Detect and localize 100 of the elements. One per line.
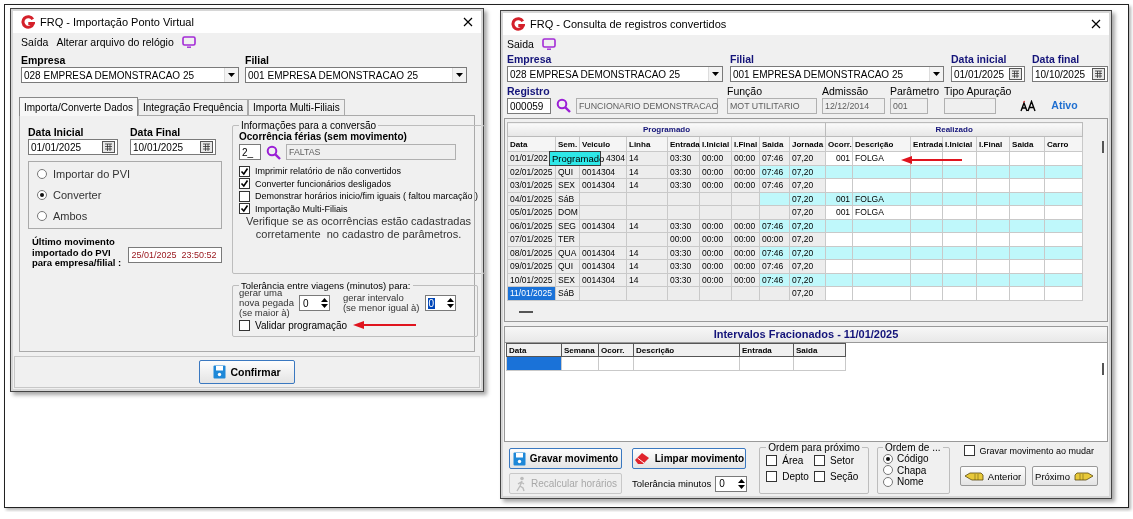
date-field[interactable]: 01/01/2025 <box>951 66 1025 82</box>
save-button[interactable]: Gravar movimento <box>509 448 622 469</box>
field-label: Tolerância minutos <box>632 478 712 489</box>
caret-icon[interactable] <box>455 72 464 78</box>
group-header: Realizado <box>825 122 1083 137</box>
caret-icon[interactable] <box>932 71 941 77</box>
pointer-arrow <box>900 155 964 165</box>
calendar-icon[interactable] <box>102 141 115 153</box>
checkbox[interactable] <box>766 455 778 466</box>
field-label: Data Final <box>130 126 182 139</box>
date-field[interactable]: 10/10/2025 <box>1032 66 1108 82</box>
checkbox-label: Gravar movimento ao mudar <box>979 445 1095 456</box>
checkbox-label: Imprimir relatório de não convertidos <box>255 166 402 177</box>
field-label: Último movimento importado do PVI para empresa/filial : <box>31 237 123 269</box>
employee-id-field[interactable]: 000059 <box>507 98 551 114</box>
monitor-icon[interactable] <box>541 38 556 50</box>
spin-arrows-icon[interactable] <box>445 296 455 310</box>
checkbox[interactable] <box>239 178 250 190</box>
checkbox-label: Validar programação <box>255 319 348 331</box>
field-label: Tipo Apuração <box>944 85 1012 98</box>
checkbox[interactable] <box>239 203 250 215</box>
checkbox[interactable] <box>766 471 778 482</box>
menu-item[interactable]: Saída <box>21 36 49 48</box>
field-label: Admissão <box>822 85 870 98</box>
column-header: Saida <box>793 343 846 357</box>
checkbox[interactable] <box>814 471 826 482</box>
calendar-icon[interactable] <box>200 141 213 153</box>
radio-button[interactable] <box>37 190 47 200</box>
branch-dropdown[interactable]: 001 EMPRESA DEMONSTRACAO 25 <box>245 67 467 83</box>
checkbox[interactable] <box>239 165 250 177</box>
company-dropdown[interactable]: 028 EMPRESA DEMONSTRACAO 25 <box>507 66 723 82</box>
close-icon[interactable] <box>463 17 473 27</box>
checkbox[interactable] <box>963 445 975 456</box>
field-label: Registro <box>507 85 551 98</box>
menu-item[interactable]: Saida <box>507 38 534 50</box>
close-icon[interactable] <box>1091 19 1101 29</box>
checkbox[interactable] <box>239 319 250 331</box>
date-field[interactable]: 10/01/2025 <box>130 139 216 155</box>
date-time-field: 25/01/2025 23:50:52 <box>128 247 222 263</box>
checkbox-label: Demonstrar horários inicio/fim iguais ( faltou marcação ) <box>255 191 479 202</box>
field-label: Data Inicial <box>28 126 85 139</box>
info-text: Verifique se as ocorrências estão cadastradas corretamente no cadastro de parâmetros. <box>245 215 473 241</box>
branch-dropdown[interactable]: 001 EMPRESA DEMONSTRACAO 25 <box>730 66 944 82</box>
pointing-hand-icon <box>963 470 984 482</box>
caret-icon[interactable] <box>711 71 720 77</box>
radio-label: Chapa <box>896 464 927 476</box>
logo-icon <box>21 15 35 29</box>
group-title: Informações para a conversão <box>241 120 377 131</box>
spin-arrows-icon[interactable] <box>737 476 747 491</box>
menu-item[interactable]: Alterar arquivo do relógio <box>56 36 174 48</box>
calculation-type-field <box>944 98 997 114</box>
group-title: Ordem para próximo <box>767 442 861 453</box>
tab[interactable]: Integração Frequência <box>137 99 249 115</box>
confirm-button[interactable]: Confirmar <box>199 359 295 384</box>
scroll-thumb <box>519 311 533 313</box>
description-field: FALTAS <box>286 144 456 160</box>
date-field[interactable]: 01/01/2025 <box>28 139 118 155</box>
radio-button[interactable] <box>37 211 47 221</box>
code-field[interactable]: 2_ <box>239 144 261 160</box>
clear-button[interactable]: Limpar movimento <box>632 448 746 469</box>
radio-label: Nome <box>896 476 924 488</box>
calendar-icon[interactable] <box>1092 68 1105 80</box>
save-icon <box>213 364 227 379</box>
eraser-icon <box>633 452 651 465</box>
group-title: Ordem de ... <box>883 442 942 453</box>
next-button[interactable]: Próximo <box>1031 466 1098 486</box>
checkbox[interactable] <box>239 190 250 202</box>
previous-button[interactable]: Anterior <box>959 466 1026 486</box>
spin-field[interactable]: 0 <box>424 295 456 311</box>
table-cell: 01/01/202 <box>510 153 548 164</box>
group-header: Programado <box>507 122 826 137</box>
checkbox[interactable] <box>814 455 826 466</box>
monitor-icon[interactable] <box>181 36 196 48</box>
field-label: gerar intervalo (se menor igual à) <box>342 293 420 313</box>
radio-button[interactable] <box>882 476 893 487</box>
calendar-icon[interactable] <box>1009 68 1022 80</box>
tab[interactable]: Importa Multi-Filiais <box>248 99 345 115</box>
column-header: Entrada <box>739 343 794 357</box>
spin-arrows-icon[interactable] <box>319 296 329 310</box>
radio-label: Ambos <box>53 210 88 222</box>
radio-button[interactable] <box>882 465 893 476</box>
company-dropdown[interactable]: 028 EMPRESA DEMONSTRACAO 25 <box>21 67 239 83</box>
tab[interactable]: Importa/Converte Dados <box>19 97 138 116</box>
field-label: gerar uma nova pegada (se maior à) <box>239 288 294 318</box>
checkbox-label: Seção <box>830 471 859 482</box>
checkbox-label: Setor <box>830 455 854 466</box>
radio-button[interactable] <box>37 169 47 179</box>
spin-field[interactable]: 0 <box>298 295 330 311</box>
search-icon[interactable] <box>556 98 571 113</box>
column-header: Ocorr. <box>598 343 634 357</box>
radio-button[interactable] <box>882 453 893 464</box>
column-header: Semana <box>561 343 599 357</box>
caret-icon[interactable] <box>227 72 236 78</box>
pointing-hand-icon <box>1073 470 1094 482</box>
spin-field[interactable]: 0 <box>715 475 748 492</box>
search-icon[interactable] <box>266 144 281 160</box>
checkbox-label: Converter funcionários desligados <box>255 178 392 189</box>
check-mark-icon <box>240 204 249 214</box>
font-size-icon[interactable] <box>1020 100 1037 112</box>
scroll-thumb <box>1102 141 1104 153</box>
